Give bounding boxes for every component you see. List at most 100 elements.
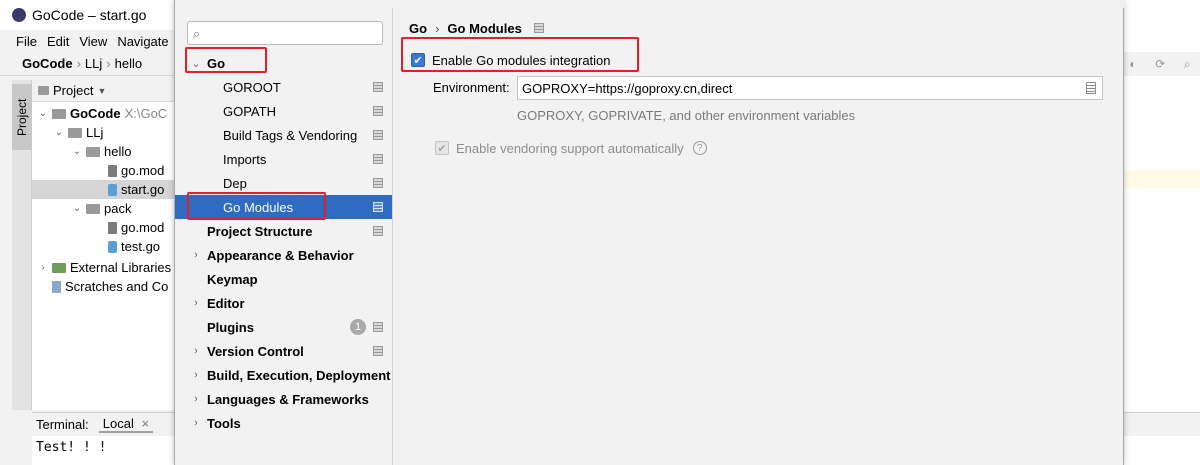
chevron-right-icon[interactable]: ›	[191, 345, 201, 357]
menu-view[interactable]: View	[79, 34, 107, 49]
editor-toolbar: ◐ ⟳ ⌕	[1120, 52, 1200, 76]
chevron-down-icon[interactable]: ⌄	[191, 57, 201, 70]
project-tool-tab[interactable]: Project	[12, 84, 32, 150]
environment-label: Environment:	[433, 80, 510, 95]
settings-item-appearance[interactable]: › Appearance & Behavior	[175, 243, 392, 267]
ide-menu-bar: File Edit View Navigate	[0, 30, 180, 52]
chevron-right-icon[interactable]: ›	[191, 249, 201, 261]
debug-icon[interactable]: ◐	[1129, 57, 1136, 71]
coverage-icon[interactable]: ⟳	[1155, 57, 1165, 71]
settings-item-go[interactable]: ⌄ Go	[175, 51, 392, 75]
chevron-right-icon[interactable]: ›	[38, 262, 48, 273]
terminal-output: Test! ! !	[32, 436, 182, 465]
settings-item-label: Appearance & Behavior	[207, 247, 354, 263]
settings-item-keymap[interactable]: Keymap	[175, 267, 392, 291]
menu-file[interactable]: File	[16, 34, 37, 49]
tree-row-pack[interactable]: ⌄ pack	[72, 199, 132, 218]
terminal-tab-local[interactable]: Local ×	[98, 416, 154, 433]
nav-folder-llj[interactable]: LLj	[85, 56, 102, 71]
mod-file-icon	[108, 221, 117, 234]
tree-row-go-mod[interactable]: go.mod	[108, 218, 164, 237]
ide-title: GoCode – start.go	[32, 7, 147, 23]
tree-row-external-libraries[interactable]: › External Libraries	[38, 258, 171, 277]
tree-row-test-go[interactable]: test.go	[108, 237, 160, 256]
project-panel-header[interactable]: Project ▼	[32, 80, 182, 102]
project-view-icon	[38, 86, 49, 95]
tree-row-go-mod[interactable]: go.mod	[108, 161, 164, 180]
folder-icon	[86, 203, 100, 214]
ide-title-bar: GoCode – start.go	[0, 0, 180, 30]
settings-item-version-control[interactable]: › Version Control	[175, 339, 392, 363]
menu-edit[interactable]: Edit	[47, 34, 69, 49]
search-icon[interactable]: ⌕	[1184, 57, 1191, 72]
project-level-icon	[373, 106, 383, 116]
settings-search-input[interactable]	[210, 24, 378, 42]
project-level-icon	[373, 346, 383, 356]
settings-item-plugins[interactable]: Plugins 1	[175, 315, 392, 339]
settings-item-label: Plugins	[207, 319, 254, 335]
tree-row-gocode[interactable]: ⌄ GoCode X:\GoC	[38, 104, 167, 123]
chevron-right-icon[interactable]: ›	[191, 393, 201, 405]
menu-navigate[interactable]: Navigate	[117, 34, 168, 49]
tree-row-scratches[interactable]: Scratches and Co	[52, 277, 168, 296]
environment-field[interactable]	[517, 76, 1103, 100]
settings-item-label: Tools	[207, 415, 241, 431]
breadcrumb-parent[interactable]: Go	[409, 21, 427, 36]
environment-input[interactable]	[522, 79, 1072, 97]
scratches-icon	[52, 280, 61, 293]
tree-label: External Libraries	[70, 260, 172, 275]
settings-item-build-tags[interactable]: Build Tags & Vendoring	[175, 123, 392, 147]
settings-item-label: GOROOT	[223, 79, 281, 95]
document-icon[interactable]	[1086, 82, 1096, 94]
settings-sidebar: ⌕ ⌄ Go GOROOT GOPATH Build Tags & Vendor…	[175, 8, 393, 465]
project-level-icon	[533, 23, 544, 33]
chevron-down-icon[interactable]: ▼	[97, 86, 106, 96]
chevron-down-icon[interactable]: ⌄	[54, 127, 64, 138]
settings-item-label: Languages & Frameworks	[207, 391, 369, 407]
environment-hint: GOPROXY, GOPRIVATE, and other environmen…	[517, 108, 856, 123]
folder-icon	[86, 146, 100, 157]
chevron-down-icon[interactable]: ⌄	[72, 146, 82, 157]
settings-item-goroot[interactable]: GOROOT	[175, 75, 392, 99]
settings-item-tools[interactable]: › Tools	[175, 411, 392, 435]
nav-project[interactable]: GoCode	[22, 56, 73, 71]
settings-item-gopath[interactable]: GOPATH	[175, 99, 392, 123]
settings-item-go-modules[interactable]: Go Modules	[175, 195, 392, 219]
project-level-icon	[373, 82, 383, 92]
chevron-right-icon[interactable]: ›	[191, 369, 201, 381]
chevron-right-icon[interactable]: ›	[191, 297, 201, 309]
tree-row-llj[interactable]: ⌄ LLj	[54, 123, 104, 142]
close-icon[interactable]: ×	[141, 416, 149, 431]
settings-search-box[interactable]: ⌕	[187, 21, 383, 45]
go-file-icon	[108, 240, 117, 253]
tree-path: X:\GoC	[124, 106, 168, 121]
settings-item-imports[interactable]: Imports	[175, 147, 392, 171]
help-icon[interactable]: ?	[692, 141, 707, 155]
settings-item-languages[interactable]: › Languages & Frameworks	[175, 387, 392, 411]
settings-item-label: Build, Execution, Deployment	[207, 367, 391, 383]
settings-item-editor[interactable]: › Editor	[175, 291, 392, 315]
tree-row-start-go[interactable]: start.go	[32, 180, 182, 199]
nav-folder-hello[interactable]: hello	[115, 56, 142, 71]
chevron-down-icon[interactable]: ⌄	[72, 203, 82, 214]
chevron-down-icon[interactable]: ⌄	[38, 108, 48, 119]
project-panel: Project ▼ ⌄ GoCode X:\GoC ⌄ LLj ⌄ hello …	[32, 80, 182, 410]
project-level-icon	[373, 226, 383, 236]
tree-label: go.mod	[121, 163, 165, 178]
terminal-label: Terminal:	[36, 417, 89, 432]
breadcrumb-current: Go Modules	[447, 20, 522, 36]
project-level-icon	[373, 178, 383, 188]
tree-row-hello[interactable]: ⌄ hello	[72, 142, 132, 161]
settings-item-project-structure[interactable]: Project Structure	[175, 219, 392, 243]
project-level-icon	[373, 202, 383, 212]
enable-modules-option[interactable]: ✔ Enable Go modules integration	[411, 50, 611, 70]
settings-item-label: Version Control	[207, 343, 304, 359]
chevron-right-icon[interactable]: ›	[191, 417, 201, 429]
settings-item-dep[interactable]: Dep	[175, 171, 392, 195]
vendoring-label: Enable vendoring support automatically	[456, 140, 684, 156]
nav-chevron-icon: ›	[106, 56, 111, 71]
settings-item-build-execution[interactable]: › Build, Execution, Deployment	[175, 363, 392, 387]
breadcrumb-separator: ›	[435, 20, 440, 36]
enable-modules-label[interactable]: Enable Go modules integration	[432, 53, 611, 68]
enable-modules-checkbox[interactable]: ✔	[411, 53, 425, 67]
